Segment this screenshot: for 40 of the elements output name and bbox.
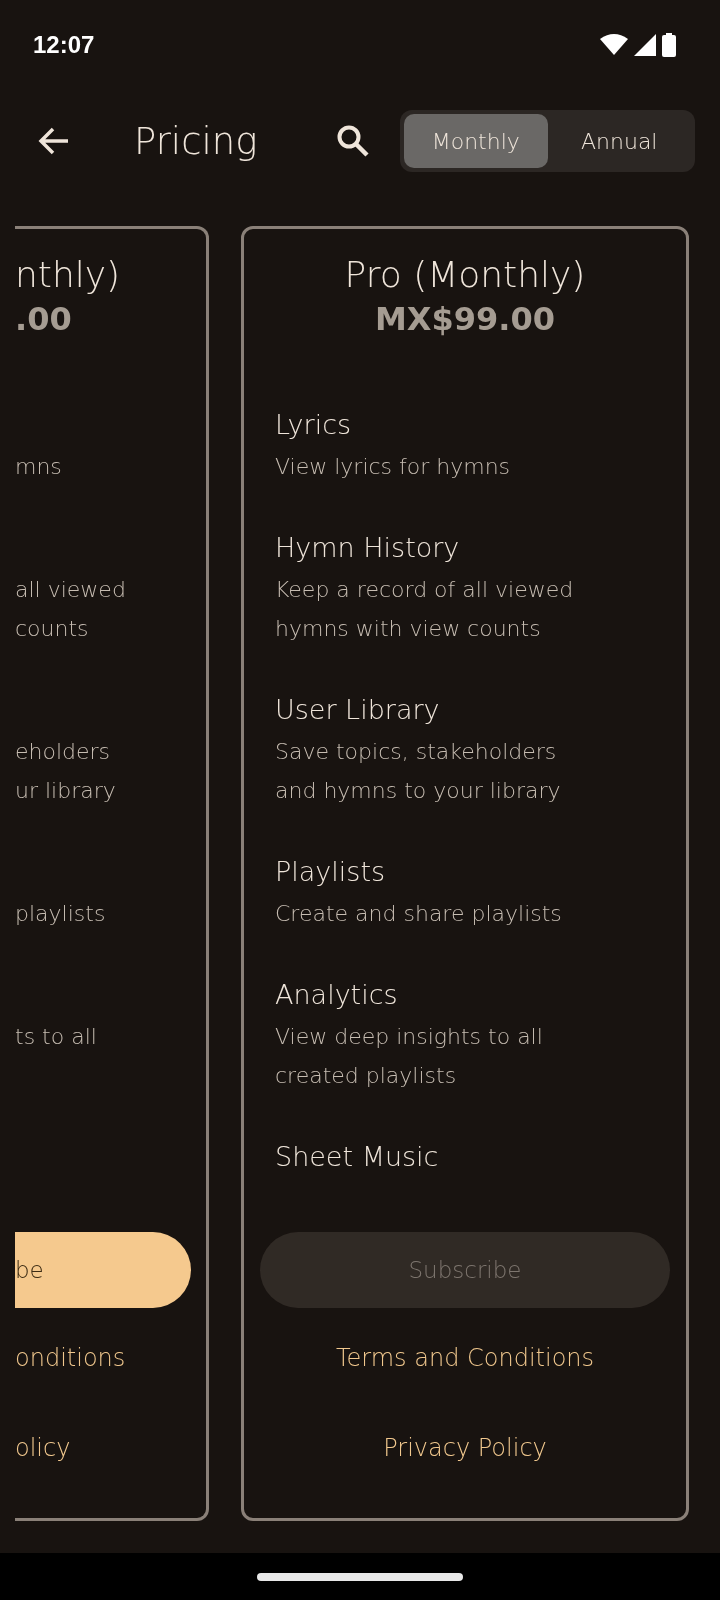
feature-description: Create and share playlists: [275, 900, 563, 928]
billing-tab[interactable]: Annual: [547, 114, 691, 168]
home-indicator[interactable]: [257, 1572, 463, 1581]
feature-description: hymns with view counts: [275, 615, 542, 643]
feature-description: ur library: [15, 777, 117, 805]
feature-description: View deep insights to all: [275, 1023, 544, 1051]
feature-title: Playlists: [275, 855, 387, 889]
plan-title: Pro (Monthly): [343, 253, 587, 297]
feature-description: Save topics, stakeholders: [275, 738, 558, 766]
feature-description: and hymns to your library: [275, 777, 562, 805]
plan-price: .00: [15, 299, 73, 339]
plan-title: nthly): [15, 253, 122, 297]
feature-title: Analytics: [275, 978, 399, 1012]
signal-icon: [634, 34, 656, 56]
plan-price: MX$99.00: [374, 299, 556, 339]
feature-title: Hymn History: [275, 531, 461, 565]
feature-description: View lyrics for hymns: [275, 453, 512, 481]
battery-icon: [662, 33, 676, 57]
page-title: Pricing: [134, 119, 259, 163]
feature-title: Lyrics: [275, 408, 353, 442]
feature-description: Keep a record of all viewed: [275, 576, 575, 604]
feature-description: created playlists: [275, 1062, 458, 1090]
wifi-icon: [600, 34, 628, 56]
feature-title: Sheet Music: [275, 1140, 440, 1174]
feature-description: playlists: [15, 900, 107, 928]
billing-tab[interactable]: Monthly: [404, 114, 548, 168]
feature-description: mns: [15, 453, 63, 481]
feature-description: all viewed: [15, 576, 127, 604]
back-arrow-icon[interactable]: [38, 127, 70, 155]
feature-title: User Library: [275, 693, 441, 727]
status-time: 12:07: [33, 31, 95, 59]
legal-link[interactable]: Privacy Policy: [383, 1422, 547, 1474]
legal-link[interactable]: olicy: [15, 1422, 71, 1474]
search-icon[interactable]: [336, 124, 370, 158]
feature-description: ts to all: [15, 1023, 98, 1051]
feature-description: counts: [15, 615, 90, 643]
legal-link[interactable]: Terms and Conditions: [335, 1332, 595, 1384]
feature-description: eholders: [15, 738, 112, 766]
legal-link[interactable]: onditions: [15, 1332, 126, 1384]
subscribe-button[interactable]: be: [15, 1232, 191, 1308]
